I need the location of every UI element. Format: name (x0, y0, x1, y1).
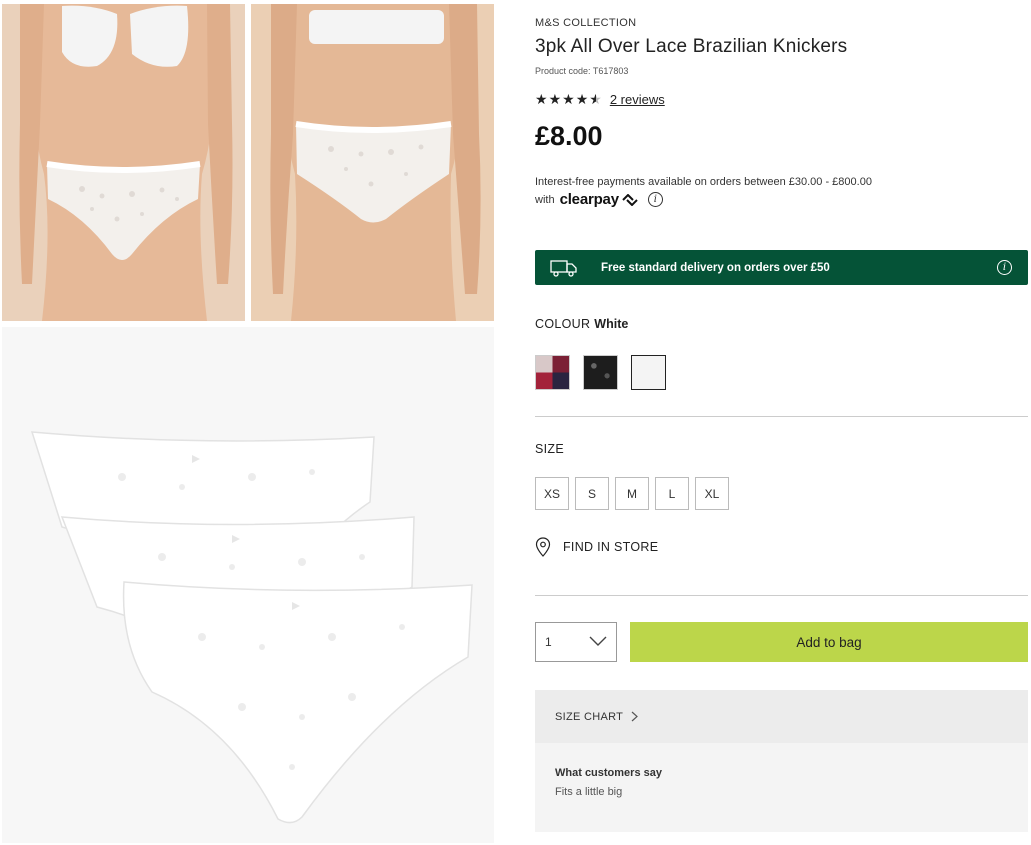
delivery-text: Free standard delivery on orders over £5… (601, 261, 830, 274)
star-icon: ★ (562, 91, 575, 107)
colour-label-text: COLOUR (535, 317, 591, 331)
product-details: M&S COLLECTION 3pk All Over Lace Brazili… (535, 0, 1029, 845)
chevron-right-icon (631, 711, 639, 722)
truck-icon (550, 259, 577, 277)
product-image-pack[interactable] (2, 327, 494, 843)
customer-summary-text: Fits a little big (555, 786, 623, 798)
customer-summary-heading: What customers say (555, 767, 662, 779)
size-xs-button[interactable]: XS (535, 477, 569, 510)
customer-summary: What customers say Fits a little big (535, 743, 1028, 832)
find-in-store-label: FIND IN STORE (563, 540, 659, 554)
location-pin-icon (535, 537, 551, 557)
brand-name: M&S COLLECTION (535, 17, 637, 29)
swatch-multi[interactable] (535, 355, 570, 390)
size-xl-button[interactable]: XL (695, 477, 729, 510)
clearpay-logo: clearpay (559, 191, 619, 208)
delivery-banner[interactable]: Free standard delivery on orders over £5… (535, 250, 1028, 285)
product-code: Product code: T617803 (535, 66, 629, 76)
size-chart-link[interactable]: SIZE CHART (535, 690, 1028, 743)
size-label: SIZE (535, 442, 564, 456)
finance-with: with (535, 193, 555, 206)
colour-swatches (535, 355, 666, 390)
size-chart-label: SIZE CHART (555, 710, 624, 723)
product-gallery (0, 0, 500, 845)
delivery-info-icon[interactable]: i (997, 260, 1012, 275)
quantity-value: 1 (545, 635, 552, 649)
swatch-white[interactable] (631, 355, 666, 390)
finance-provider: with clearpay i (535, 191, 663, 208)
size-l-button[interactable]: L (655, 477, 689, 510)
finance-info: Interest-free payments available on orde… (535, 176, 872, 188)
rating: ★ ★ ★ ★ ★ 2 reviews (535, 91, 665, 107)
price: £8.00 (535, 121, 603, 151)
star-rating: ★ ★ ★ ★ ★ (535, 92, 602, 106)
half-star-icon: ★ (589, 91, 602, 107)
star-icon: ★ (548, 91, 562, 107)
divider (535, 416, 1028, 417)
product-title: 3pk All Over Lace Brazilian Knickers (535, 36, 848, 57)
size-s-button[interactable]: S (575, 477, 609, 510)
size-options: XS S M L XL (535, 477, 729, 510)
clearpay-arrows-icon (622, 193, 638, 206)
size-m-button[interactable]: M (615, 477, 649, 510)
colour-label: COLOUR White (535, 317, 628, 331)
star-icon: ★ (575, 91, 589, 107)
chevron-down-icon (589, 636, 607, 646)
product-image-front[interactable] (2, 4, 245, 321)
info-icon[interactable]: i (647, 192, 663, 207)
reviews-link[interactable]: 2 reviews (610, 92, 665, 107)
divider (535, 595, 1028, 596)
quantity-select[interactable]: 1 (535, 622, 617, 662)
star-icon: ★ (535, 91, 548, 107)
swatch-black[interactable] (583, 355, 618, 390)
colour-value: White (594, 317, 629, 331)
product-image-back[interactable] (251, 4, 494, 321)
find-in-store-link[interactable]: FIND IN STORE (535, 537, 658, 557)
add-to-bag-button[interactable]: Add to bag (630, 622, 1028, 662)
